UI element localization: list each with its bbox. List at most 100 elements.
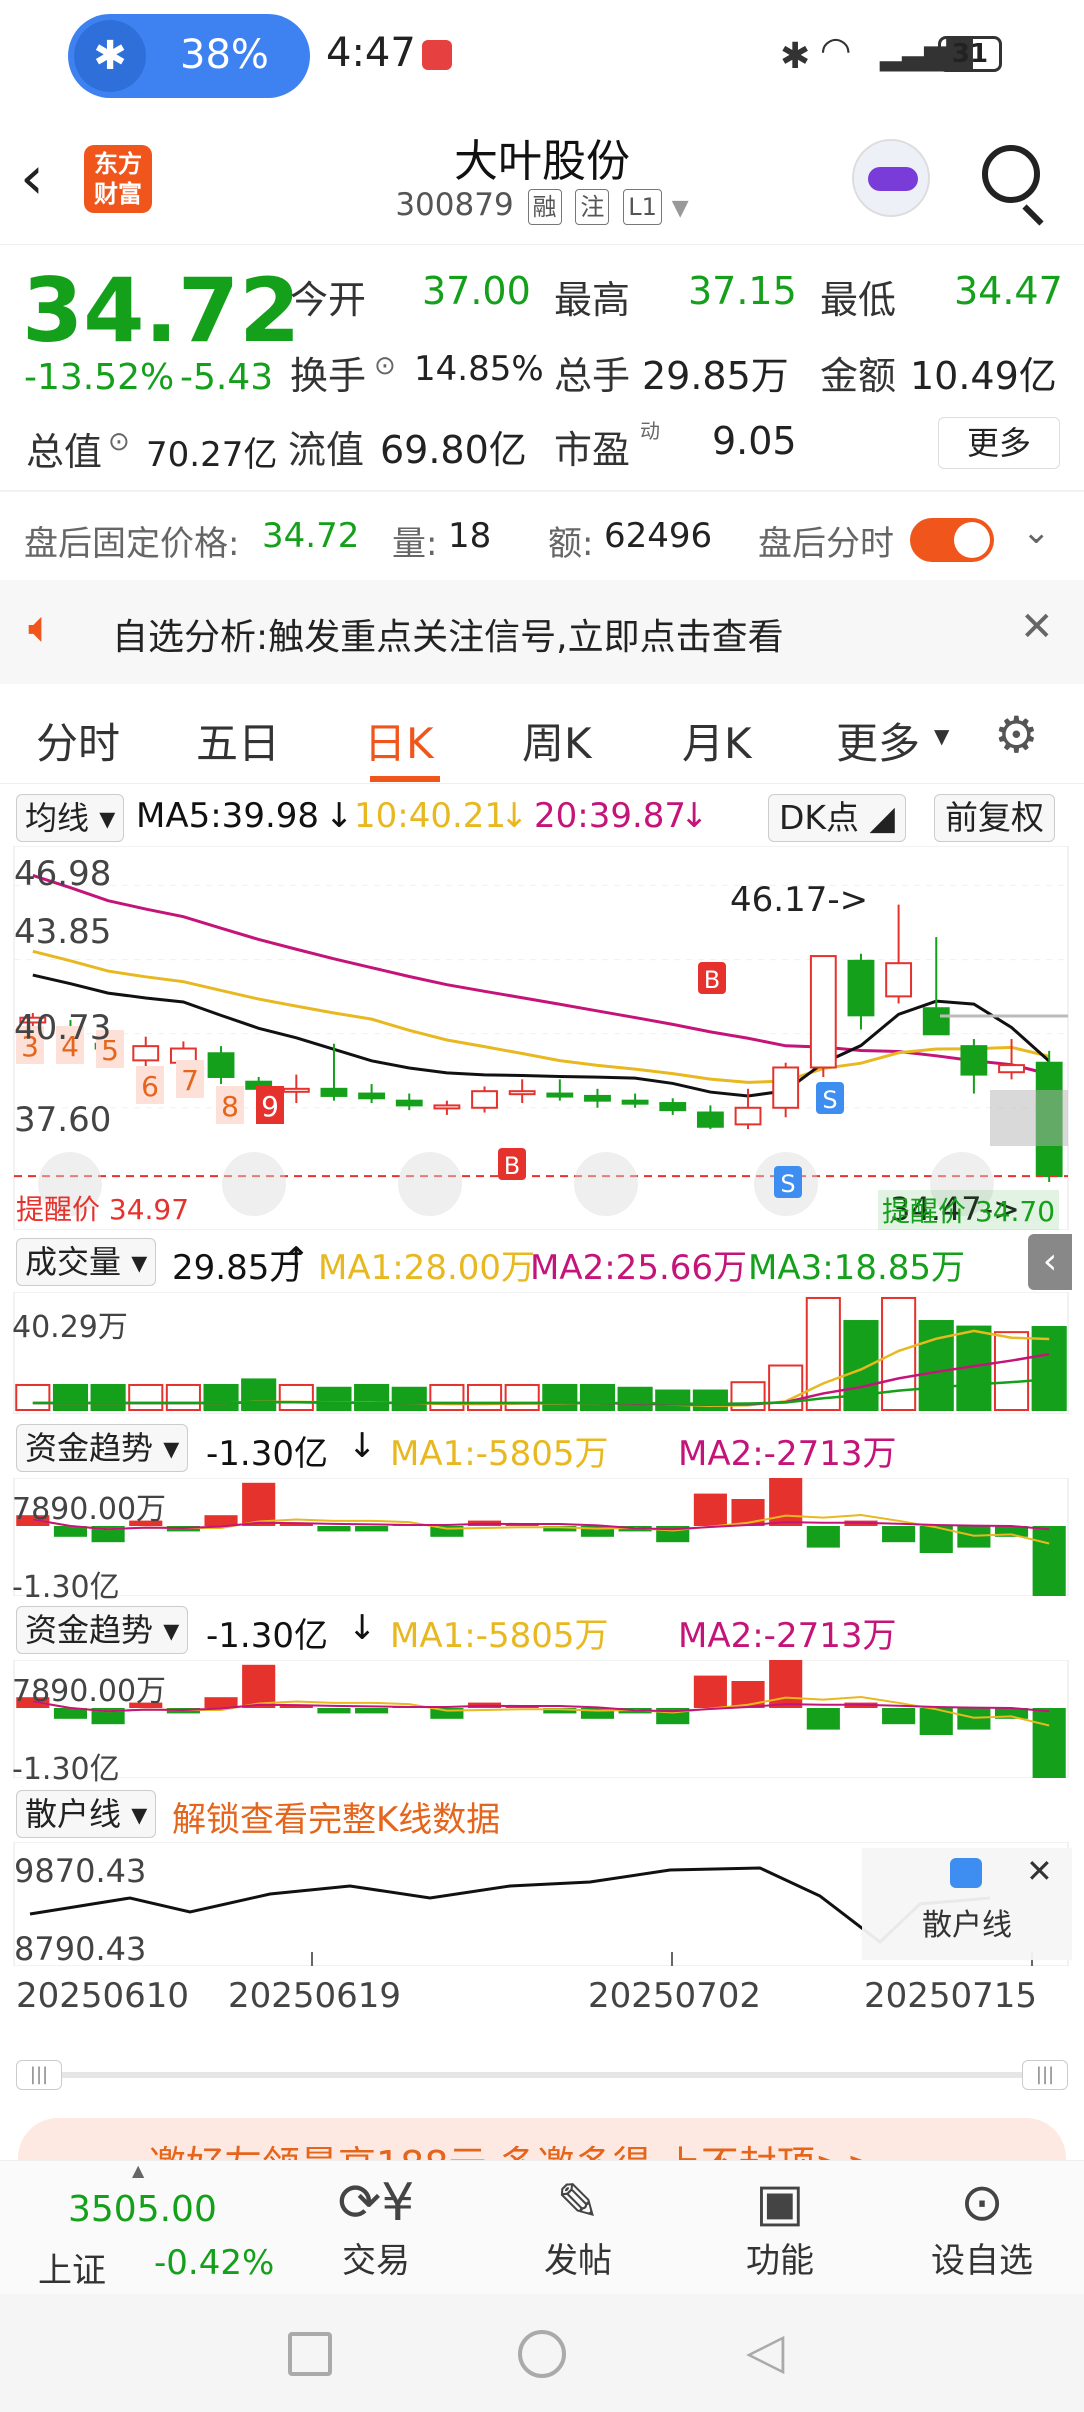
after-hours-row: 盘后固定价格: 34.72 量: 18 额: 62496 盘后分时 ⌄ (0, 490, 1084, 580)
fund1-ma1: MA1:-5805万 (390, 1434, 609, 1474)
collapse-panel-icon[interactable]: ‹ (1028, 1234, 1072, 1290)
y-label-top: 46.98 (14, 854, 112, 894)
kline-chart[interactable]: 3 4 56 78 9BBSS (0, 846, 1084, 1230)
chart-nav-button-3 (574, 1152, 638, 1216)
mcap-value: 70.27亿 (146, 435, 278, 475)
chevron-down-icon[interactable]: ⌄ (1022, 512, 1051, 552)
candle-body-13 (508, 1090, 536, 1096)
volume-bar-1 (52, 1383, 89, 1411)
search-icon[interactable] (982, 145, 1040, 203)
nav-post-label: 发帖 (544, 2241, 612, 2281)
retail-selector[interactable]: 散户线 ▾ (16, 1790, 157, 1838)
volume-bar-13 (504, 1383, 540, 1411)
scroll-handle-left[interactable]: ||| (16, 2060, 62, 2090)
recent-apps-icon[interactable] (288, 2332, 332, 2376)
last-price: 34.72 (22, 259, 301, 362)
nav-functions[interactable]: ▣ 功能 (720, 2173, 840, 2282)
volume-legend-row: 成交量 ▾ 29.85万 ↑ MA1:28.00万 MA2:25.66万 MA3… (0, 1234, 1084, 1290)
fund-bar-21 (806, 1526, 840, 1548)
chart-scrollbar[interactable]: ||| ||| (16, 2060, 1068, 2090)
notice-bar[interactable]: 🔈︎ 自选分析:触发重点关注信号,立即点击查看 ✕ (0, 580, 1084, 684)
volume-bar-7 (278, 1383, 314, 1411)
change-amount: -5.43 (180, 357, 274, 398)
stock-code: 300879 (395, 187, 514, 223)
ma-selector[interactable]: 均线 ▾ (16, 794, 125, 842)
after-price-label: 盘后固定价格: (24, 524, 240, 564)
volume-chart[interactable] (0, 1292, 1084, 1414)
tab-more[interactable]: 更多 (836, 710, 920, 771)
fund-bar-23 (882, 1708, 916, 1725)
turnover-info-icon[interactable]: ⊙ (374, 351, 396, 381)
fund-bar-18 (693, 1675, 727, 1708)
quote-panel: 34.72 -13.52% -5.43 总值 ⊙ 70.27亿 今开 37.00… (0, 245, 1084, 475)
candle-body-7 (282, 1087, 310, 1093)
after-vol-value: 18 (448, 516, 492, 556)
volume-value: 29.85万 (642, 354, 789, 398)
chevron-down-icon: ▼ (934, 724, 950, 748)
tag-level[interactable]: L1 (623, 189, 662, 225)
nav-add-watchlist[interactable]: ⊙ 设自选 (922, 2173, 1042, 2282)
ma20-down-arrow: ↓ (680, 796, 709, 836)
fund-bar-6 (242, 1482, 276, 1526)
volume-selector[interactable]: 成交量 ▾ (16, 1238, 157, 1286)
scroll-handle-right[interactable]: ||| (1022, 2060, 1068, 2090)
fund-bar-27 (1032, 1526, 1066, 1596)
stock-header: ‹ 东方 财富 大叶股份 300879 融 注 L1 ▼ (0, 115, 1084, 245)
info-icon[interactable]: ⊙ (108, 427, 130, 457)
tab-timeshare[interactable]: 分时 (36, 710, 120, 771)
fund2-selector[interactable]: 资金趋势 ▾ (16, 1606, 189, 1654)
tab-monthly-k[interactable]: 月K (682, 710, 752, 771)
volume-bar-6 (241, 1378, 277, 1411)
pe-label: 市盈 (554, 428, 631, 472)
index-value[interactable]: 3505.00 (68, 2189, 217, 2230)
open-value: 37.00 (422, 269, 531, 313)
volume-up-arrow: ↑ (282, 1240, 311, 1280)
nav-post[interactable]: ✎ 发帖 (518, 2173, 638, 2282)
fund-bar-8 (317, 1708, 351, 1714)
alert-price-right[interactable]: 提醒价 34.70 (878, 1190, 1060, 1230)
low-label: 最低 (820, 278, 897, 322)
x-axis-dates: 20250610 20250619 20250702 20250715 (0, 1976, 1084, 2026)
trade-marker-2: S (822, 1086, 837, 1114)
after-vol-label: 量: (392, 524, 438, 564)
retail-y-top: 9870.43 (14, 1852, 147, 1890)
alert-price-left[interactable]: 提醒价 34.97 (16, 1188, 189, 1228)
dk-point-button[interactable]: DK点 ◢ (768, 794, 906, 842)
close-icon[interactable]: ✕ (1026, 1852, 1053, 1890)
float-value: 69.80亿 (380, 428, 527, 472)
close-icon[interactable]: ✕ (1020, 604, 1054, 650)
unlock-link[interactable]: 解锁查看完整K线数据 (172, 1792, 500, 1841)
home-icon[interactable] (518, 2330, 566, 2378)
status-bluetooth-icon: ✱ (780, 36, 811, 77)
volume-bar-14 (542, 1383, 578, 1411)
seq-number-5: 8 (221, 1090, 239, 1123)
battery-icon: 31 (938, 36, 1002, 72)
nav-trade[interactable]: ⟳¥ 交易 (316, 2173, 436, 2282)
after-hours-toggle[interactable] (910, 518, 994, 562)
trade-marker-1: B (504, 1152, 520, 1180)
back-triangle-icon[interactable]: ◁ (746, 2322, 784, 2380)
adjust-button[interactable]: 前复权 (934, 794, 1055, 842)
index-name[interactable]: 上证 (38, 2243, 106, 2292)
retail-popup[interactable]: 散户线 ✕ (862, 1848, 1072, 1960)
price-range-shade (990, 1090, 1068, 1146)
more-button[interactable]: 更多 (938, 417, 1060, 469)
clock: 4:47 (326, 30, 416, 76)
tab-daily-k[interactable]: 日K (364, 710, 434, 771)
tab-weekly-k[interactable]: 周K (522, 710, 592, 771)
fund1-selector[interactable]: 资金趋势 ▾ (16, 1424, 189, 1472)
index-change[interactable]: -0.42% (154, 2243, 274, 2283)
tab-five-day[interactable]: 五日 (196, 710, 280, 771)
volume-bar-4 (165, 1383, 201, 1411)
vol-ma2: MA2:25.66万 (530, 1248, 748, 1288)
candle-body-17 (659, 1102, 687, 1112)
volume-bar-9 (354, 1383, 390, 1411)
low-value: 34.47 (954, 269, 1063, 313)
volume-bar-18 (692, 1389, 728, 1411)
ma5-value: MA5:39.98 (136, 796, 320, 836)
candle-body-25 (960, 1045, 988, 1076)
settings-gear-icon[interactable]: ⚙ (994, 706, 1039, 764)
bluetooth-battery-pill[interactable]: ✱ 38% (68, 14, 310, 98)
candle-body-9 (358, 1092, 386, 1100)
robot-assistant-icon[interactable] (852, 139, 930, 217)
